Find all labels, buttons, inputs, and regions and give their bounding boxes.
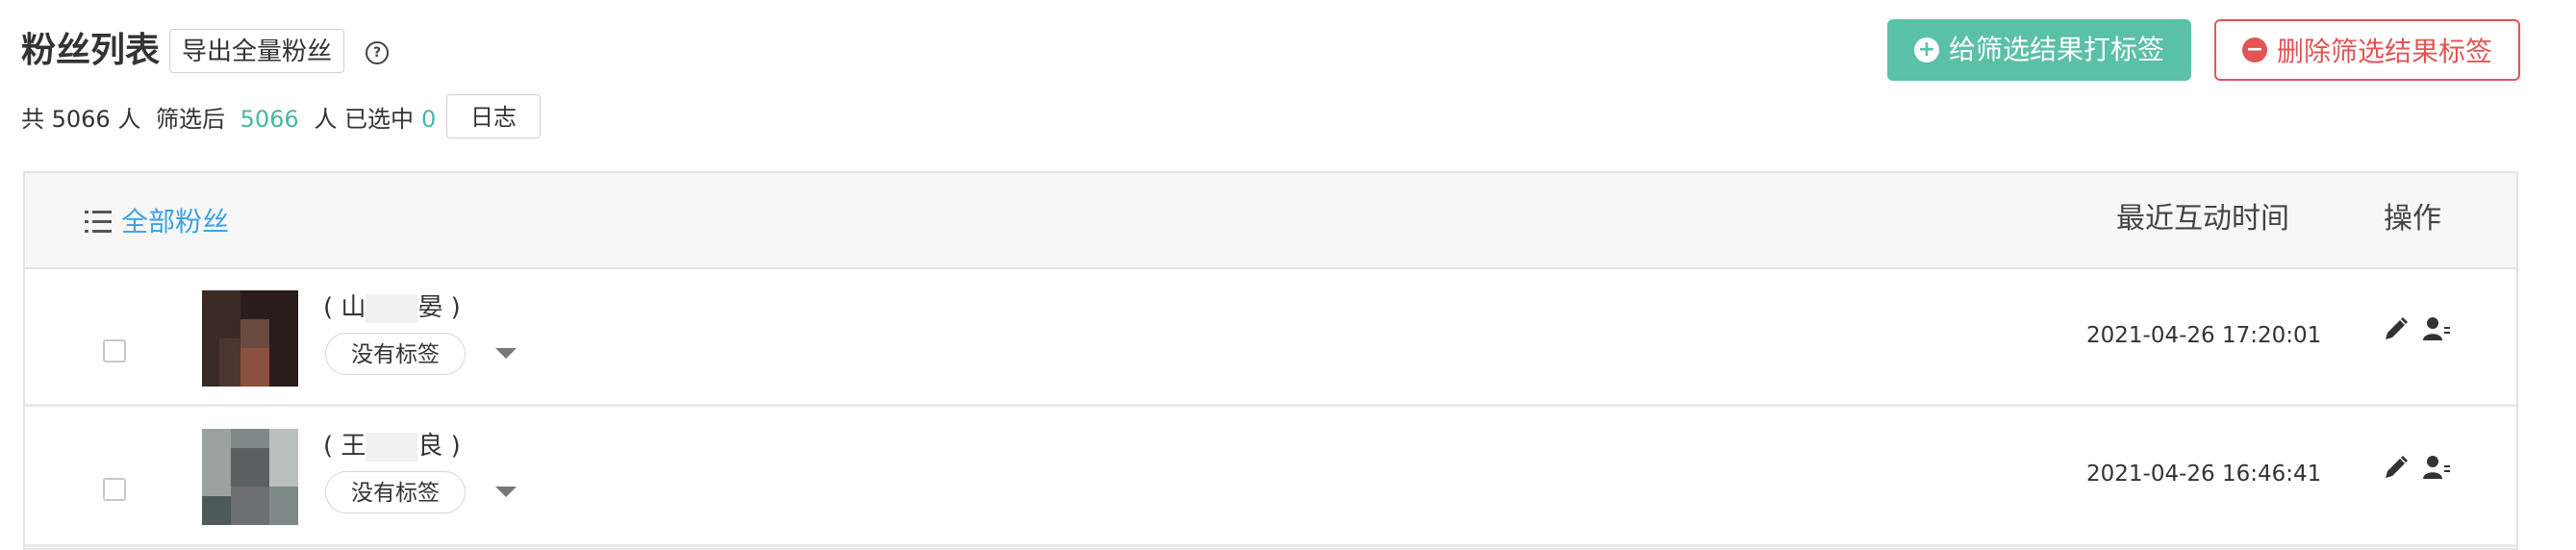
all-fans-filter[interactable]: 全部粉丝 bbox=[121, 202, 229, 242]
column-header-operations: 操作 bbox=[2384, 202, 2441, 236]
column-header-last-interaction: 最近互动时间 bbox=[2116, 202, 2289, 236]
user-tag-icon[interactable] bbox=[2422, 454, 2451, 483]
question-circle-icon[interactable]: ? bbox=[366, 41, 389, 64]
tag-pill[interactable]: 没有标签 bbox=[325, 333, 466, 375]
fan-nickname: ( 山 晏 ) bbox=[323, 290, 461, 325]
selected-count: 0 bbox=[420, 106, 437, 133]
page-title: 粉丝列表 bbox=[21, 31, 161, 70]
list-icon bbox=[85, 211, 112, 234]
minus-circle-icon: − bbox=[2241, 38, 2267, 62]
filtered-count: 5066 bbox=[240, 106, 299, 133]
filtered-suffix: 人 已选中 bbox=[314, 106, 414, 133]
row-divider bbox=[25, 404, 2516, 407]
plus-circle-icon: + bbox=[1913, 38, 1939, 62]
fan-count-summary: 共 5066 人 筛选后 5066 人 已选中0 人 bbox=[21, 100, 482, 138]
fan-nickname-right: 晏 ) bbox=[417, 293, 461, 322]
avatar bbox=[202, 429, 298, 525]
last-interaction-time: 2021-04-26 16:46:41 bbox=[2086, 462, 2322, 487]
row-divider bbox=[25, 544, 2516, 547]
fan-nickname-left: ( 山 bbox=[323, 293, 366, 322]
log-button[interactable]: 日志 bbox=[446, 94, 541, 138]
avatar bbox=[202, 290, 298, 387]
row-checkbox[interactable] bbox=[103, 339, 126, 362]
masked-name bbox=[366, 432, 418, 462]
last-interaction-time: 2021-04-26 17:20:01 bbox=[2086, 323, 2322, 348]
total-count-text: 共 5066 人 bbox=[21, 106, 141, 133]
row-checkbox[interactable] bbox=[103, 478, 126, 501]
delete-filtered-tags-button[interactable]: − 删除筛选结果标签 bbox=[2214, 19, 2520, 81]
pencil-icon[interactable] bbox=[2381, 454, 2410, 483]
user-tag-icon[interactable] bbox=[2422, 315, 2451, 344]
tag-pill[interactable]: 没有标签 bbox=[325, 471, 466, 513]
fan-nickname-right: 良 ) bbox=[417, 432, 461, 461]
pencil-icon[interactable] bbox=[2381, 315, 2410, 344]
tag-filtered-results-label: 给筛选结果打标签 bbox=[1948, 34, 2164, 65]
masked-name bbox=[366, 293, 418, 323]
chevron-down-icon[interactable] bbox=[495, 348, 517, 359]
export-all-fans-button[interactable]: 导出全量粉丝 bbox=[169, 29, 345, 73]
fan-nickname: ( 王 良 ) bbox=[323, 429, 461, 463]
fan-nickname-left: ( 王 bbox=[323, 432, 366, 461]
chevron-down-icon[interactable] bbox=[495, 487, 517, 497]
delete-filtered-tags-label: 删除筛选结果标签 bbox=[2276, 36, 2492, 67]
filtered-label: 筛选后 bbox=[155, 106, 225, 133]
tag-filtered-results-button[interactable]: + 给筛选结果打标签 bbox=[1887, 19, 2191, 81]
